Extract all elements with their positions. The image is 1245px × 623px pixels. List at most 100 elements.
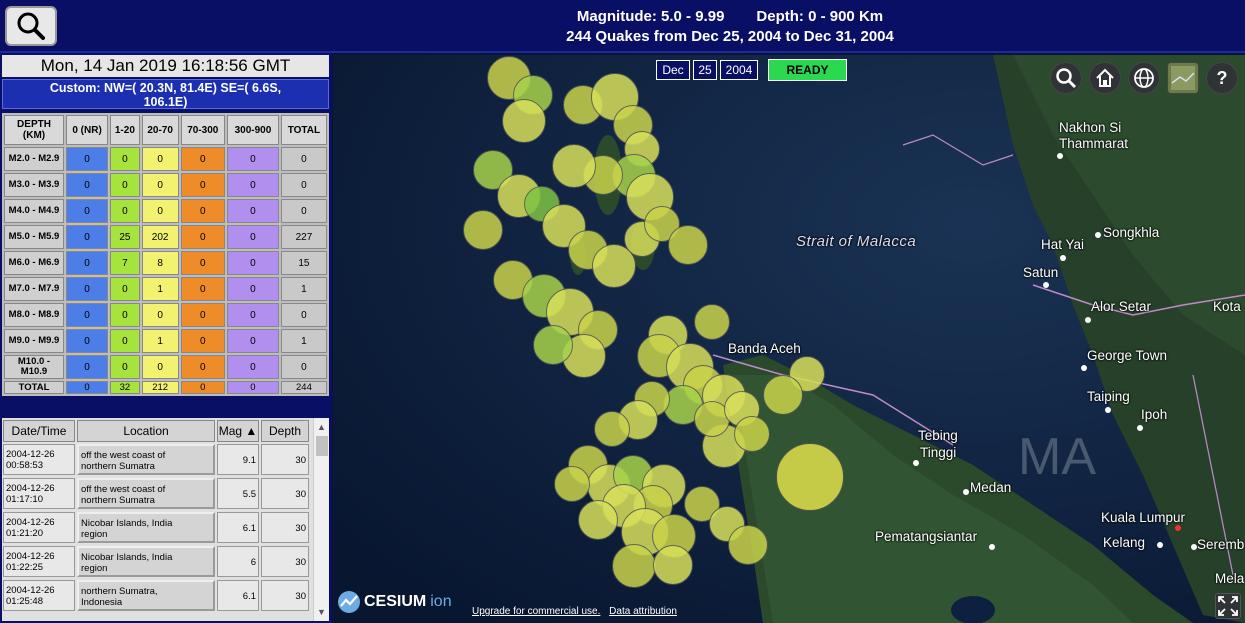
stats-cell[interactable]: 1 [141, 277, 179, 301]
quake-marker[interactable] [668, 225, 708, 265]
quake-marker[interactable] [533, 325, 573, 365]
stats-cell[interactable]: 0 [180, 225, 225, 249]
quake-marker[interactable] [734, 416, 770, 452]
stats-cell[interactable]: 244 [280, 381, 327, 394]
stats-cell[interactable]: 0 [180, 199, 225, 223]
stats-cell[interactable]: 0 [141, 147, 179, 171]
quake-marker[interactable] [653, 545, 693, 585]
stats-cell[interactable]: 0 [141, 355, 179, 379]
quake-marker[interactable] [728, 525, 768, 565]
stats-cell[interactable]: 212 [141, 381, 179, 394]
map-home-button[interactable] [1089, 62, 1121, 94]
stats-cell[interactable]: 0 [110, 199, 140, 223]
stats-cell[interactable]: 0 [66, 147, 109, 171]
stats-cell[interactable]: 0 [227, 225, 279, 249]
stats-cell[interactable]: 0 [66, 277, 109, 301]
stats-cell[interactable]: 0 [280, 199, 327, 223]
map-help-button[interactable]: ? [1206, 62, 1238, 94]
stats-cell[interactable]: 7 [110, 251, 140, 275]
stats-cell[interactable]: 1 [280, 277, 327, 301]
stats-cell[interactable]: 0 [227, 147, 279, 171]
stats-cell[interactable]: 0 [180, 147, 225, 171]
quake-marker[interactable] [463, 210, 503, 250]
stats-cell[interactable]: 0 [227, 173, 279, 197]
stats-cell[interactable]: 0 [110, 147, 140, 171]
stats-cell[interactable]: 202 [141, 225, 179, 249]
stats-cell[interactable]: 0 [280, 147, 327, 171]
scroll-down-icon[interactable]: ▼ [317, 607, 326, 617]
ready-status-button[interactable]: READY [768, 59, 847, 81]
quake-marker[interactable] [612, 544, 656, 588]
stats-cell[interactable]: 0 [141, 303, 179, 327]
quake-marker[interactable] [578, 500, 618, 540]
stats-cell[interactable]: 0 [66, 251, 109, 275]
quake-marker[interactable] [552, 144, 596, 188]
stats-cell[interactable]: 8 [141, 251, 179, 275]
stats-cell[interactable]: 0 [227, 199, 279, 223]
stats-cell[interactable]: 0 [227, 355, 279, 379]
data-attribution-link[interactable]: Data attribution [609, 606, 677, 617]
map-search-button[interactable] [1050, 62, 1082, 94]
stats-cell[interactable]: 0 [141, 199, 179, 223]
quake-list-row[interactable]: 2004-12-26 01:25:48 northern Sumatra, Indon… [2, 579, 313, 612]
stats-cell[interactable]: 0 [227, 329, 279, 353]
custom-region-bar[interactable]: Custom: NW=( 20.3N, 81.4E) SE=( 6.6S, 10… [2, 79, 329, 109]
map-globe-button[interactable] [1128, 62, 1160, 94]
sort-mag-header[interactable]: Mag ▲ [217, 420, 259, 442]
stats-cell[interactable]: 0 [280, 303, 327, 327]
stats-cell[interactable]: 0 [227, 303, 279, 327]
quake-list-row[interactable]: 2004-12-26 01:21:20 Nicobar Islands, India… [2, 511, 313, 544]
stats-cell[interactable]: 0 [180, 381, 225, 394]
upgrade-link[interactable]: Upgrade for commercial use. [472, 606, 600, 617]
quake-list-row[interactable]: 2004-12-26 01:17:10 off the west coast of n… [2, 477, 313, 510]
quake-list-row[interactable]: 2004-12-26 01:22:25 Nicobar Islands, India… [2, 545, 313, 578]
stats-cell[interactable]: 0 [180, 173, 225, 197]
quake-marker[interactable] [502, 99, 546, 143]
stats-cell[interactable]: 0 [180, 329, 225, 353]
year-box[interactable]: 2004 [720, 60, 758, 80]
stats-cell[interactable]: 0 [180, 303, 225, 327]
sort-location-header[interactable]: Location [77, 420, 215, 442]
stats-cell[interactable]: 0 [66, 329, 109, 353]
stats-cell[interactable]: 25 [110, 225, 140, 249]
list-scrollbar[interactable]: ▲ ▼ [313, 418, 329, 621]
stats-cell[interactable]: 0 [110, 355, 140, 379]
stats-cell[interactable]: 0 [141, 173, 179, 197]
stats-cell[interactable]: 0 [180, 251, 225, 275]
stats-cell[interactable]: 0 [66, 199, 109, 223]
stats-cell[interactable]: 0 [280, 355, 327, 379]
stats-cell[interactable]: 32 [110, 381, 140, 394]
stats-cell[interactable]: 0 [66, 225, 109, 249]
stats-cell[interactable]: 0 [227, 381, 279, 394]
quake-marker[interactable] [594, 411, 630, 447]
stats-cell[interactable]: 0 [66, 381, 109, 394]
stats-cell[interactable]: 0 [110, 277, 140, 301]
stats-cell[interactable]: 0 [180, 355, 225, 379]
stats-cell[interactable]: 0 [66, 355, 109, 379]
map-basemap-button[interactable] [1167, 62, 1199, 94]
stats-cell[interactable]: 0 [227, 277, 279, 301]
stats-cell[interactable]: 0 [110, 173, 140, 197]
day-box[interactable]: 25 [693, 60, 717, 80]
quake-marker[interactable] [763, 375, 803, 415]
quake-list-row[interactable]: 2004-12-26 00:58:53 off the west coast of n… [2, 443, 313, 476]
stats-cell[interactable]: 0 [110, 329, 140, 353]
stats-cell[interactable]: 1 [280, 329, 327, 353]
scroll-up-icon[interactable]: ▲ [317, 422, 326, 432]
stats-cell[interactable]: 1 [141, 329, 179, 353]
quake-marker[interactable] [776, 443, 844, 511]
sort-depth-header[interactable]: Depth [261, 420, 309, 442]
search-button[interactable] [5, 6, 57, 46]
stats-cell[interactable]: 0 [66, 303, 109, 327]
globe-map[interactable]: Nakhon Si Thammarat Strait of Malacca Ha… [333, 55, 1245, 623]
stats-cell[interactable]: 15 [280, 251, 327, 275]
cesium-logo[interactable]: CESIUM ion [337, 590, 452, 614]
quake-marker[interactable] [554, 466, 590, 502]
stats-cell[interactable]: 0 [280, 173, 327, 197]
stats-cell[interactable]: 0 [227, 251, 279, 275]
stats-cell[interactable]: 0 [110, 303, 140, 327]
month-box[interactable]: Dec [656, 60, 690, 80]
sort-datetime-header[interactable]: Date/Time [3, 420, 75, 442]
stats-cell[interactable]: 0 [180, 277, 225, 301]
fullscreen-button[interactable] [1215, 593, 1241, 619]
